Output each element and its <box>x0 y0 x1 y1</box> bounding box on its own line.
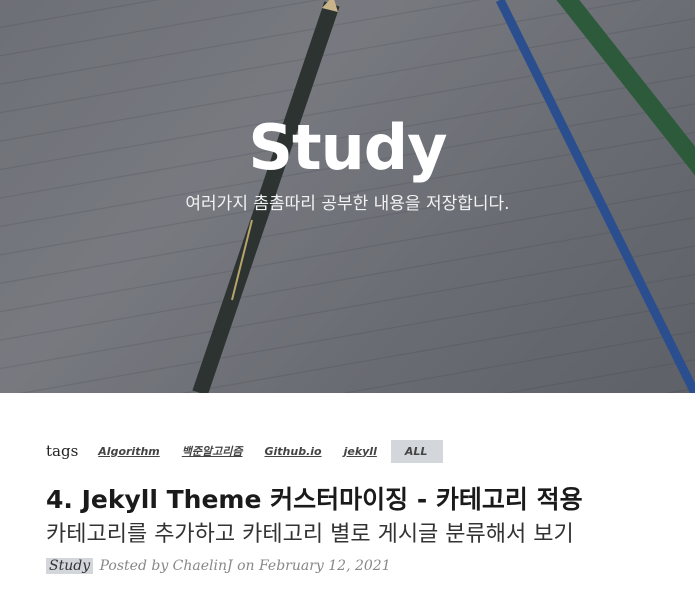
site-title: Study <box>248 111 447 184</box>
tags-bar: tags Algorithm 백준알고리즘 Github.io jekyll A… <box>46 439 649 463</box>
site-subtitle: 여러가지 촘촘따리 공부한 내용을 저장합니다. <box>185 194 510 214</box>
tag-algorithm[interactable]: Algorithm <box>98 445 159 458</box>
tag-jekyll[interactable]: jekyll <box>344 445 377 458</box>
post-meta-text: Posted by ChaelinJ on February 12, 2021 <box>99 558 391 574</box>
post-meta: Study Posted by ChaelinJ on February 12,… <box>46 556 649 576</box>
post-title[interactable]: 4. Jekyll Theme 커스터마이징 - 카테고리 적용 <box>46 483 649 517</box>
post-subtitle[interactable]: 카테고리를 추가하고 카테고리 별로 게시글 분류해서 보기 <box>46 520 649 550</box>
category-badge[interactable]: Study <box>46 558 94 574</box>
tag-github-io[interactable]: Github.io <box>264 445 321 458</box>
header-hero: Study 여러가지 촘촘따리 공부한 내용을 저장합니다. <box>0 0 695 393</box>
tags-label: tags <box>46 442 79 460</box>
tag-all[interactable]: ALL <box>390 439 444 463</box>
main-content: tags Algorithm 백준알고리즘 Github.io jekyll A… <box>0 439 695 576</box>
post-preview[interactable]: 4. Jekyll Theme 커스터마이징 - 카테고리 적용 카테고리를 추… <box>46 483 649 550</box>
tag-baekjoon[interactable]: 백준알고리즘 <box>182 443 243 459</box>
header-text: Study 여러가지 촘촘따리 공부한 내용을 저장합니다. <box>0 108 695 216</box>
